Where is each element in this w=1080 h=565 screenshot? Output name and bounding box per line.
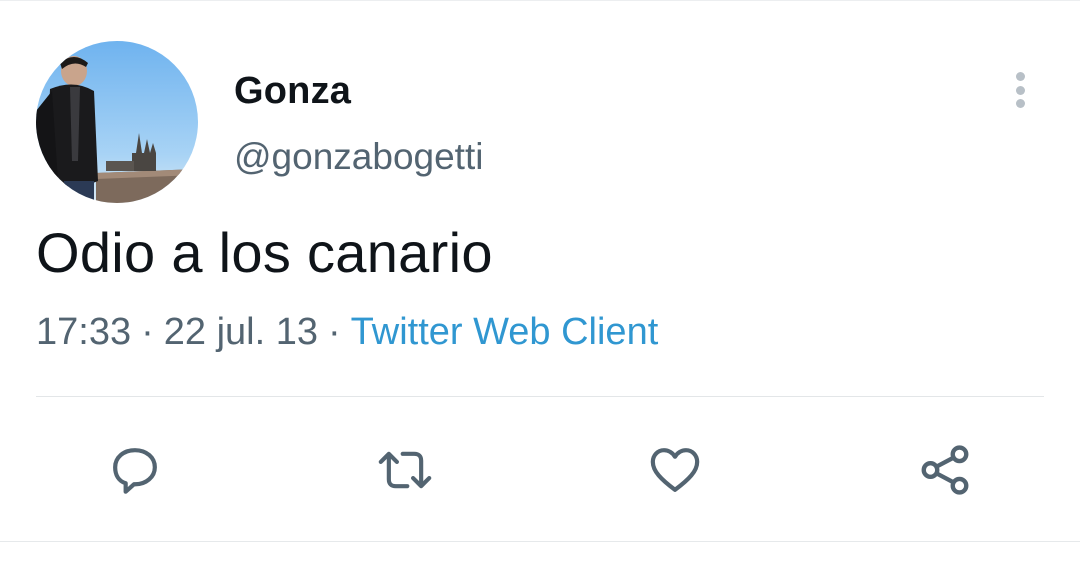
more-dot [1015,85,1025,95]
more-vertical-icon[interactable] [1004,68,1036,112]
avatar[interactable] [36,41,198,203]
author-handle[interactable]: @gonzabogetti [234,136,483,178]
heart-icon [650,448,700,492]
more-dot [1015,99,1025,108]
tweet-time[interactable]: 17:33 [36,311,131,354]
more-dot [1015,72,1025,81]
reply-button[interactable] [103,440,167,500]
like-button[interactable] [643,440,707,500]
meta-separator: · [141,311,154,353]
retweet-icon [378,451,432,489]
avatar-photo [36,56,198,203]
tweet-source-link[interactable]: Twitter Web Client [351,311,659,354]
tweet-metadata: 17:33 · 22 jul. 13 · Twitter Web Client [36,311,658,354]
share-icon [921,445,969,495]
tweet-date[interactable]: 22 jul. 13 [164,311,318,354]
meta-separator: · [327,311,341,353]
share-button[interactable] [913,440,977,500]
actions-divider [36,396,1044,397]
retweet-button[interactable] [373,440,437,500]
tweet-text: Odio a los canario [36,221,493,284]
bottom-divider [0,541,1080,542]
reply-icon [113,448,157,494]
top-divider [0,0,1080,4]
author-name[interactable]: Gonza [234,70,351,113]
